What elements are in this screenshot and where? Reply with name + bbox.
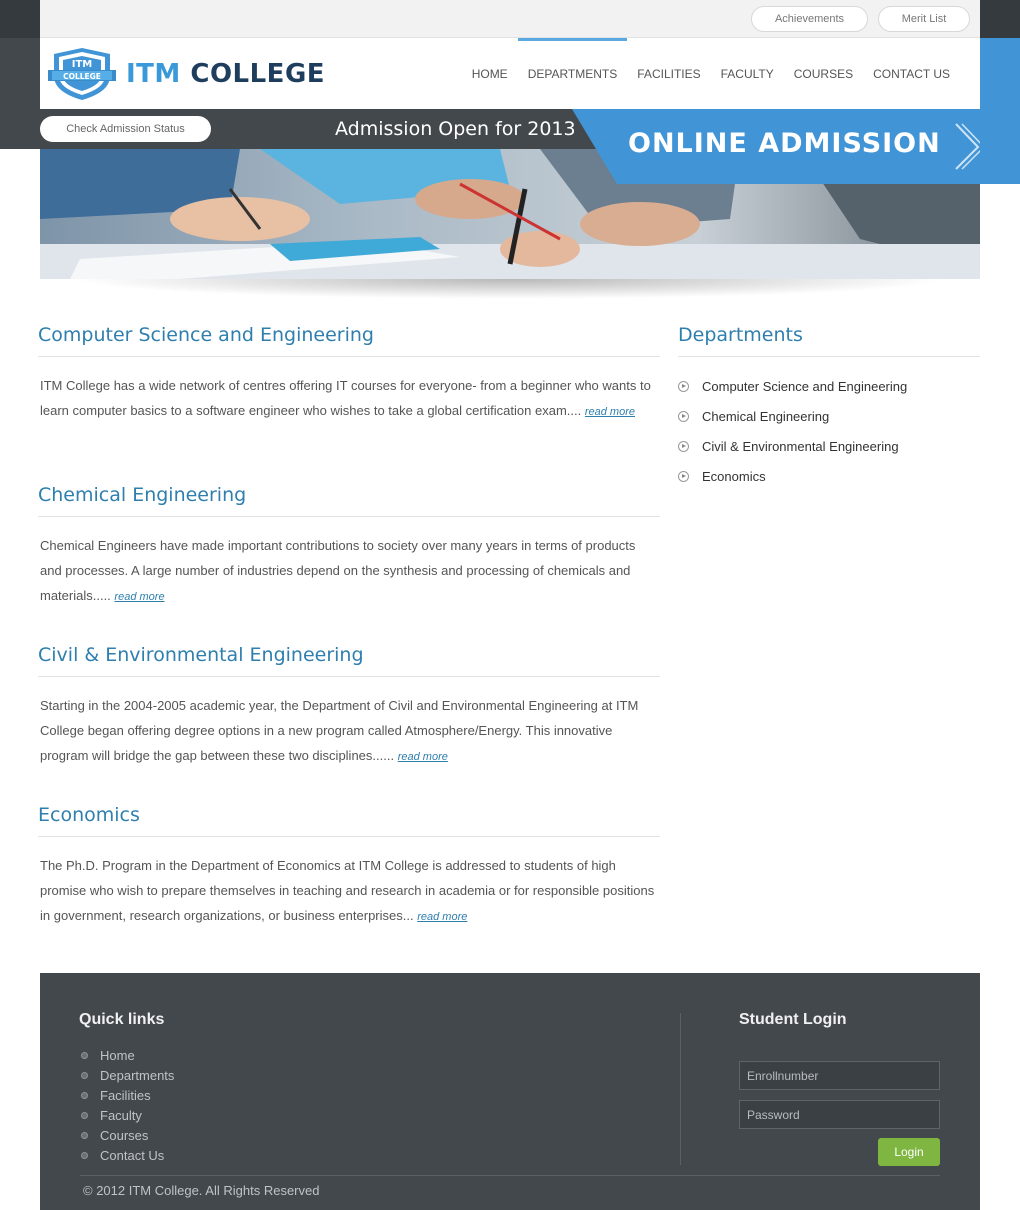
merit-list-button[interactable]: Merit List xyxy=(878,6,970,32)
quick-link-home[interactable]: Home xyxy=(81,1045,174,1065)
password-input[interactable] xyxy=(739,1100,940,1129)
banner-shadow xyxy=(70,279,950,299)
bullet-dot-icon xyxy=(81,1051,88,1059)
main-nav: HOME DEPARTMENTS FACILITIES FACULTY COUR… xyxy=(462,38,960,109)
bullet-dot-icon xyxy=(81,1131,88,1139)
department-description: The Ph.D. Program in the Department of E… xyxy=(40,858,655,923)
read-more-link[interactable]: read more xyxy=(417,911,467,923)
sidebar-item-label: Civil & Environmental Engineering xyxy=(702,438,899,454)
enroll-number-input[interactable] xyxy=(739,1061,940,1090)
sidebar-item-cse[interactable]: Computer Science and Engineering xyxy=(678,371,980,401)
shield-logo-icon: ITM COLLEGE xyxy=(48,48,116,100)
nav-courses[interactable]: COURSES xyxy=(784,38,863,109)
department-section-chemical: Chemical Engineering Chemical Engineers … xyxy=(38,484,660,610)
nav-departments[interactable]: DEPARTMENTS xyxy=(517,38,628,109)
quick-link-faculty[interactable]: Faculty xyxy=(81,1105,174,1125)
department-description: Chemical Engineers have made important c… xyxy=(40,538,636,603)
department-section-civil: Civil & Environmental Engineering Starti… xyxy=(38,644,660,770)
bullet-dot-icon xyxy=(81,1071,88,1079)
sidebar-item-label: Chemical Engineering xyxy=(702,408,830,424)
sidebar-item-label: Computer Science and Engineering xyxy=(702,378,908,394)
site-header: ITM COLLEGE ITM COLLEGE HOME DEPARTMENTS… xyxy=(40,38,980,109)
sidebar-list: Computer Science and Engineering Chemica… xyxy=(678,371,980,491)
sidebar-item-chemical[interactable]: Chemical Engineering xyxy=(678,401,980,431)
online-admission-button[interactable]: ONLINE ADMISSION xyxy=(628,128,941,159)
bullet-dot-icon xyxy=(81,1111,88,1119)
department-title: Economics xyxy=(38,804,660,837)
bullet-dot-icon xyxy=(81,1091,88,1099)
department-description: Starting in the 2004-2005 academic year,… xyxy=(40,698,639,763)
department-section-cse: Computer Science and Engineering ITM Col… xyxy=(38,324,660,425)
footer-vertical-divider xyxy=(680,1013,681,1165)
blue-edge-band xyxy=(980,38,1020,184)
site-logo[interactable]: ITM COLLEGE ITM COLLEGE xyxy=(46,46,325,102)
department-section-economics: Economics The Ph.D. Program in the Depar… xyxy=(38,804,660,930)
read-more-link[interactable]: read more xyxy=(585,406,635,418)
nav-contact-us[interactable]: CONTACT US xyxy=(863,38,960,109)
nav-facilities[interactable]: FACILITIES xyxy=(627,38,710,109)
bullet-dot-icon xyxy=(81,1151,88,1159)
logo-badge-top: ITM xyxy=(72,59,93,70)
logo-title: ITM COLLEGE xyxy=(126,59,325,89)
department-title: Chemical Engineering xyxy=(38,484,660,517)
sidebar-item-economics[interactable]: Economics xyxy=(678,461,980,491)
logo-title-itm: ITM xyxy=(126,59,181,89)
quick-link-departments[interactable]: Departments xyxy=(81,1065,174,1085)
quick-links-list: Home Departments Facilities Faculty Cour… xyxy=(81,1045,174,1165)
sidebar-item-label: Economics xyxy=(702,468,766,484)
quick-link-contact-us[interactable]: Contact Us xyxy=(81,1145,174,1165)
utility-bar: Achievements Merit List xyxy=(40,0,980,38)
copyright-text: © 2012 ITM College. All Rights Reserved xyxy=(83,1183,320,1198)
department-title: Computer Science and Engineering xyxy=(38,324,660,357)
read-more-link[interactable]: read more xyxy=(398,751,448,763)
circle-arrow-icon xyxy=(678,380,689,392)
sidebar-title: Departments xyxy=(678,324,980,357)
department-description: ITM College has a wide network of centre… xyxy=(40,378,651,418)
circle-arrow-icon xyxy=(678,440,689,452)
admission-open-text: Admission Open for 2013 xyxy=(335,118,576,140)
circle-arrow-icon xyxy=(678,470,689,482)
site-footer: Quick links Home Departments Facilities … xyxy=(40,973,980,1210)
nav-faculty[interactable]: FACULTY xyxy=(711,38,784,109)
check-admission-status-button[interactable]: Check Admission Status xyxy=(40,116,211,142)
nav-home[interactable]: HOME xyxy=(462,38,518,109)
quick-link-courses[interactable]: Courses xyxy=(81,1125,174,1145)
circle-arrow-icon xyxy=(678,410,689,422)
sidebar-item-civil[interactable]: Civil & Environmental Engineering xyxy=(678,431,980,461)
read-more-link[interactable]: read more xyxy=(114,591,164,603)
department-title: Civil & Environmental Engineering xyxy=(38,644,660,677)
login-button[interactable]: Login xyxy=(878,1138,940,1166)
departments-sidebar: Departments Computer Science and Enginee… xyxy=(678,324,980,491)
quick-link-facilities[interactable]: Facilities xyxy=(81,1085,174,1105)
footer-horizontal-divider xyxy=(80,1175,940,1176)
student-login-title: Student Login xyxy=(739,1011,847,1028)
logo-title-college: COLLEGE xyxy=(190,59,326,89)
achievements-button[interactable]: Achievements xyxy=(751,6,868,32)
quick-links-title: Quick links xyxy=(79,1011,165,1028)
logo-badge-bottom: COLLEGE xyxy=(63,72,101,81)
